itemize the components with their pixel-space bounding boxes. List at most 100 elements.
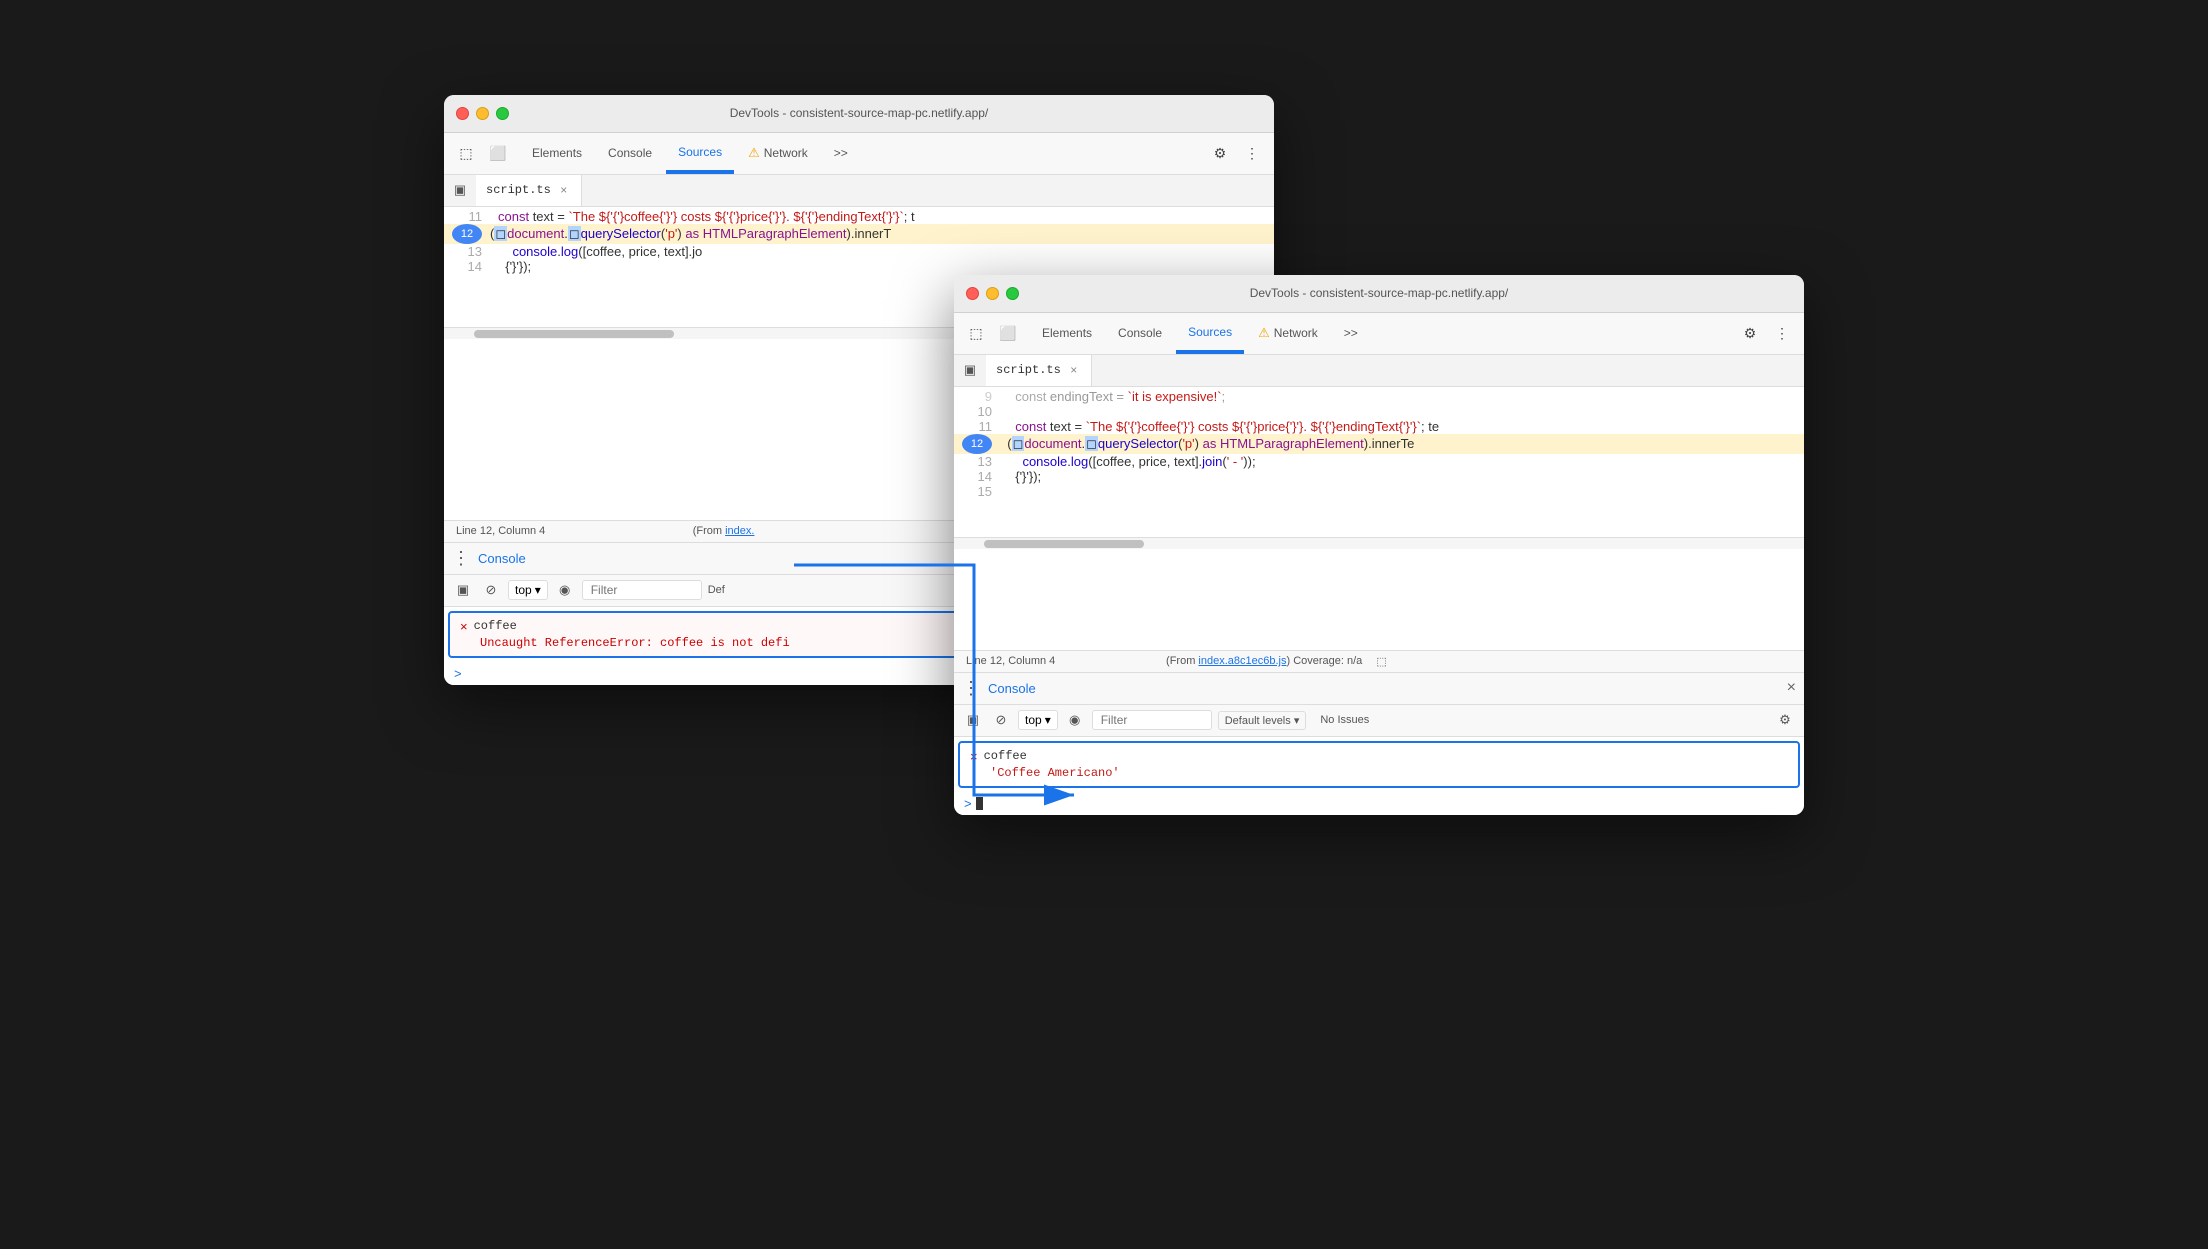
inspect-icon-front[interactable]: ⬚ (962, 319, 990, 347)
panel-toggle-back[interactable]: ▣ (448, 178, 472, 202)
chevron-down-icon: ▾ (535, 583, 541, 597)
horizontal-scrollbar-front[interactable] (954, 537, 1804, 549)
tab-navigation-front: Elements Console Sources ⚠ Network >> (1030, 313, 1370, 354)
maximize-button-front[interactable] (1006, 287, 1019, 300)
inspect-icon[interactable]: ⬚ (452, 139, 480, 167)
file-tab-close-front[interactable]: × (1067, 363, 1081, 377)
error-icon-front: × (970, 749, 978, 764)
code-line-14-front: 14 {'}'}); (954, 469, 1804, 484)
code-line-9-front: 9 const endingText = `it is expensive!`; (954, 389, 1804, 404)
toolbar-back: ⬚ ⬜ Elements Console Sources (444, 133, 1274, 175)
console-menu-icon-front[interactable]: ⋮ (962, 679, 980, 697)
code-line-13-back: 13 console.log([coffee, price, text].jo (444, 244, 1274, 259)
close-button-front[interactable] (966, 287, 979, 300)
console-panel-toggle[interactable]: ▣ (452, 579, 474, 601)
no-issues-badge: No Issues (1312, 714, 1377, 726)
chevron-down-icon-levels: ▾ (1294, 715, 1300, 727)
chevron-down-icon-front: ▾ (1045, 713, 1051, 727)
device-icon-front[interactable]: ⬜ (994, 319, 1022, 347)
close-button[interactable] (456, 107, 469, 120)
code-line-12-back: 12 (◻document.◻querySelector('p') as HTM… (444, 224, 1274, 244)
traffic-lights-back (456, 107, 509, 120)
entry-name-front: coffee (984, 749, 1027, 763)
tab-more-back[interactable]: >> (822, 133, 860, 174)
tab-network-back[interactable]: ⚠ Network (736, 133, 820, 174)
file-tab-close-back[interactable]: × (557, 183, 571, 197)
entry-header-front: × coffee (970, 749, 1788, 764)
window-title-front: DevTools - consistent-source-map-pc.netl… (1250, 286, 1509, 300)
warning-icon-front: ⚠ (1258, 325, 1270, 341)
gear-icon-console[interactable]: ⚙ (1774, 709, 1796, 731)
console-filter-back[interactable] (582, 580, 702, 600)
tab-sources-front[interactable]: Sources (1176, 313, 1244, 354)
code-line-14-back: 14 {'}'}); (444, 259, 1274, 274)
console-filter-front[interactable] (1092, 710, 1212, 730)
toolbar-front: ⬚ ⬜ Elements Console Sources (954, 313, 1804, 355)
tab-elements-back[interactable]: Elements (520, 133, 594, 174)
source-link-front[interactable]: index.a8c1ec6b.js (1198, 655, 1286, 667)
console-header-front: ⋮ Console × (954, 673, 1804, 705)
file-tab-bar-back: ▣ script.ts × (444, 175, 1274, 207)
prompt-arrow-back: > (454, 666, 462, 681)
warning-icon: ⚠ (748, 145, 760, 161)
gear-icon-back[interactable]: ⚙ (1206, 139, 1234, 167)
console-panel-front: ⋮ Console × ▣ ⊘ top ▾ ◉ Default levels (954, 672, 1804, 815)
gear-icon-front[interactable]: ⚙ (1736, 319, 1764, 347)
minimize-button-front[interactable] (986, 287, 999, 300)
tab-elements-front[interactable]: Elements (1030, 313, 1104, 354)
code-line-11-front: 11 const text = `The ${'{'}coffee{'}'} c… (954, 419, 1804, 434)
code-line-15-front: 15 (954, 484, 1804, 499)
console-menu-icon[interactable]: ⋮ (452, 549, 470, 567)
default-levels-back: Def (708, 584, 725, 596)
scrollbar-thumb-back[interactable] (474, 330, 674, 338)
panel-toggle-front[interactable]: ▣ (958, 358, 982, 382)
file-tab-name-back: script.ts (486, 183, 551, 197)
code-line-13-front: 13 console.log([coffee, price, text].joi… (954, 454, 1804, 469)
maximize-button[interactable] (496, 107, 509, 120)
file-tab-back[interactable]: script.ts × (476, 175, 582, 206)
minimize-button[interactable] (476, 107, 489, 120)
console-block-icon[interactable]: ⊘ (480, 579, 502, 601)
window-title-back: DevTools - consistent-source-map-pc.netl… (730, 106, 989, 120)
title-bar-front: DevTools - consistent-source-map-pc.netl… (954, 275, 1804, 313)
code-section-front: 9 const endingText = `it is expensive!`;… (954, 387, 1804, 650)
console-success-entry-front: × coffee 'Coffee Americano' (958, 741, 1800, 788)
console-prompt-front: > (954, 792, 1804, 815)
console-panel-toggle-front[interactable]: ▣ (962, 709, 984, 731)
coverage-icon[interactable]: ⬚ (1376, 655, 1386, 668)
file-tab-front[interactable]: script.ts × (986, 355, 1092, 386)
more-icon-back[interactable]: ⋮ (1238, 139, 1266, 167)
code-line-10-front: 10 (954, 404, 1804, 419)
tab-console-back[interactable]: Console (596, 133, 664, 174)
entry-success-text-front: 'Coffee Americano' (970, 766, 1788, 780)
file-tab-name-front: script.ts (996, 363, 1061, 377)
devtools-window-front: DevTools - consistent-source-map-pc.netl… (954, 275, 1804, 815)
tab-more-front[interactable]: >> (1332, 313, 1370, 354)
prompt-arrow-front: > (964, 796, 972, 811)
console-close-button[interactable]: × (1787, 679, 1796, 697)
cursor-position-front: Line 12, Column 4 (966, 655, 1055, 667)
context-selector-front[interactable]: top ▾ (1018, 710, 1058, 730)
eye-icon-back[interactable]: ◉ (554, 579, 576, 601)
code-line-12-front: 12 (◻document.◻querySelector('p') as HTM… (954, 434, 1804, 454)
source-link-back[interactable]: index. (725, 525, 754, 537)
error-icon-back: × (460, 619, 468, 634)
traffic-lights-front (966, 287, 1019, 300)
tab-network-front[interactable]: ⚠ Network (1246, 313, 1330, 354)
code-line-11-back: 11 const text = `The ${'{'}coffee{'}'} c… (444, 209, 1274, 224)
file-tab-bar-front: ▣ script.ts × (954, 355, 1804, 387)
scrollbar-thumb-front[interactable] (984, 540, 1144, 548)
more-icon-front[interactable]: ⋮ (1768, 319, 1796, 347)
console-title-back: Console (478, 551, 526, 566)
device-icon[interactable]: ⬜ (484, 139, 512, 167)
console-title-front: Console (988, 681, 1036, 696)
eye-icon-front[interactable]: ◉ (1064, 709, 1086, 731)
entry-name-back: coffee (474, 619, 517, 633)
tab-console-front[interactable]: Console (1106, 313, 1174, 354)
tab-sources-back[interactable]: Sources (666, 133, 734, 174)
console-toolbar-front: ▣ ⊘ top ▾ ◉ Default levels ▾ No Issues ⚙ (954, 705, 1804, 737)
context-selector-back[interactable]: top ▾ (508, 580, 548, 600)
default-levels-front[interactable]: Default levels ▾ (1218, 711, 1307, 730)
cursor-caret (976, 797, 983, 810)
console-block-icon-front[interactable]: ⊘ (990, 709, 1012, 731)
